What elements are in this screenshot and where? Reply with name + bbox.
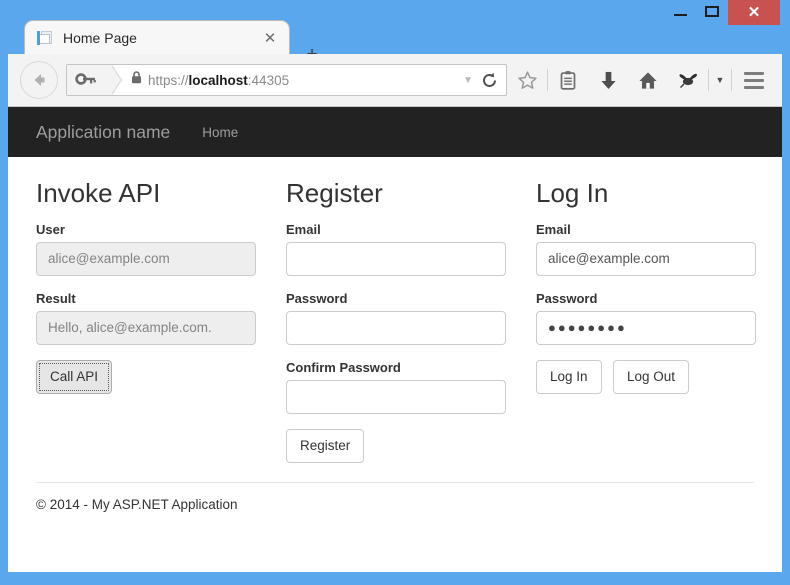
browser-window: ✕ Home Page ✕ + bbox=[0, 0, 790, 585]
label-user: User bbox=[36, 221, 65, 237]
sync-icon bbox=[679, 73, 698, 88]
page-favicon bbox=[37, 30, 53, 46]
tab-title: Home Page bbox=[63, 29, 137, 46]
hamburger-bar-2 bbox=[744, 78, 764, 82]
heading-invoke-api: Invoke API bbox=[36, 178, 161, 208]
label-result: Result bbox=[36, 290, 76, 306]
heading-log-in: Log In bbox=[536, 178, 609, 208]
downloads-button[interactable] bbox=[588, 60, 628, 100]
url-text: https://localhost:44305 bbox=[148, 73, 463, 88]
navbar-links: Home bbox=[198, 125, 242, 140]
close-icon: ✕ bbox=[747, 4, 761, 21]
maximize-button[interactable] bbox=[696, 0, 728, 22]
hamburger-menu-button[interactable] bbox=[732, 60, 776, 100]
label-login-email: Email bbox=[536, 221, 571, 237]
page-body: Invoke API User Result Call API Register… bbox=[8, 179, 782, 512]
footer-divider bbox=[36, 481, 754, 483]
result-input[interactable] bbox=[36, 310, 256, 345]
minimize-icon bbox=[673, 13, 687, 16]
login-email-input[interactable] bbox=[536, 241, 756, 276]
reload-icon bbox=[483, 72, 496, 87]
register-confirm-password-input[interactable] bbox=[286, 379, 506, 414]
heading-register: Register bbox=[286, 178, 383, 208]
back-button[interactable] bbox=[20, 61, 58, 99]
footer-copyright: © 2014 - My ASP.NET Application bbox=[36, 496, 238, 512]
lock-icon bbox=[131, 71, 142, 89]
reading-list-button[interactable] bbox=[548, 60, 588, 100]
downloads-icon bbox=[600, 71, 616, 89]
sync-button[interactable] bbox=[668, 60, 708, 100]
key-icon bbox=[75, 73, 96, 85]
address-bar[interactable]: https://localhost:44305 ▼ bbox=[66, 64, 507, 96]
reading-list-icon bbox=[560, 70, 576, 90]
label-register-email: Email bbox=[286, 221, 321, 237]
register-password-input[interactable] bbox=[286, 310, 506, 345]
hamburger-bar-3 bbox=[744, 85, 764, 89]
site-navbar: Application name Home bbox=[8, 107, 782, 157]
minimize-button[interactable] bbox=[664, 0, 696, 22]
navbar-brand[interactable]: Application name bbox=[36, 122, 170, 143]
url-dropdown-chevron-icon[interactable]: ▼ bbox=[463, 75, 473, 86]
register-button[interactable]: Register bbox=[286, 428, 365, 463]
log-out-button[interactable]: Log Out bbox=[613, 359, 690, 394]
url-port: :44305 bbox=[247, 72, 290, 88]
site-identity-button[interactable] bbox=[67, 65, 122, 95]
column-register: Register Email Password Confirm Password… bbox=[286, 179, 506, 463]
hamburger-bar-1 bbox=[744, 71, 764, 75]
page-viewport: Application name Home Invoke API User Re… bbox=[8, 107, 782, 572]
url-scheme: https:// bbox=[148, 72, 189, 88]
tab-close-icon[interactable]: ✕ bbox=[259, 27, 281, 49]
label-login-password: Password bbox=[536, 290, 598, 306]
log-in-button[interactable]: Log In bbox=[536, 359, 602, 394]
url-host: localhost bbox=[188, 72, 248, 88]
tab-strip: Home Page ✕ + bbox=[0, 20, 790, 64]
label-register-confirm-password: Confirm Password bbox=[286, 359, 401, 375]
home-icon bbox=[639, 71, 657, 89]
login-password-input[interactable] bbox=[536, 310, 756, 345]
back-arrow-icon bbox=[34, 74, 45, 86]
column-log-in: Log In Email Password Log In Log Out bbox=[536, 179, 756, 463]
register-email-input[interactable] bbox=[286, 241, 506, 276]
home-button[interactable] bbox=[628, 60, 668, 100]
nav-link-home[interactable]: Home bbox=[198, 125, 242, 140]
tab-home-page[interactable]: Home Page ✕ bbox=[24, 20, 290, 54]
form-columns: Invoke API User Result Call API Register… bbox=[36, 179, 756, 463]
overflow-chevron-down-icon[interactable]: ▼ bbox=[709, 60, 731, 100]
column-invoke-api: Invoke API User Result Call API bbox=[36, 179, 256, 463]
label-register-password: Password bbox=[286, 290, 348, 306]
maximize-icon bbox=[705, 5, 719, 17]
reload-button[interactable] bbox=[481, 72, 498, 89]
user-input[interactable] bbox=[36, 241, 256, 276]
bookmark-star-button[interactable] bbox=[507, 60, 547, 100]
call-api-button[interactable]: Call API bbox=[36, 359, 113, 394]
bookmark-star-icon bbox=[517, 70, 537, 89]
browser-toolbar: https://localhost:44305 ▼ ▼ bbox=[8, 54, 782, 107]
